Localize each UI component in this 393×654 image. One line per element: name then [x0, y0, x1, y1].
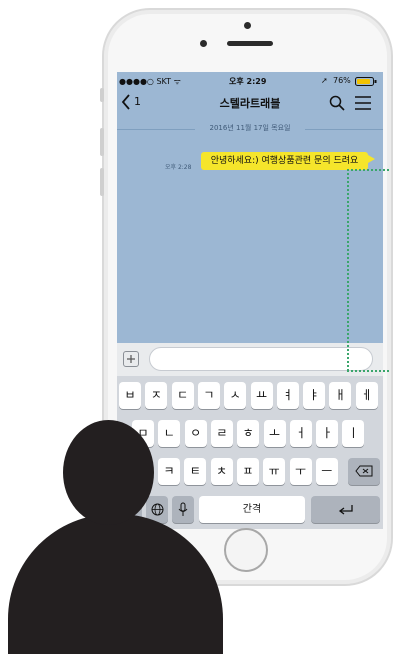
key-7[interactable]: ㅡ	[315, 458, 338, 485]
add-attachment-button[interactable]	[123, 351, 139, 367]
date-divider: 2016년 11월 17일 목요일	[209, 124, 291, 132]
key-4[interactable]: ㄱ	[197, 382, 220, 409]
carrier-signal: ●●●●○ SKT ᯤ	[119, 77, 181, 86]
dictation-key[interactable]	[172, 496, 194, 523]
return-icon	[338, 505, 353, 515]
key-6[interactable]: ㅛ	[250, 382, 273, 409]
key-4[interactable]: ㅍ	[236, 458, 259, 485]
battery-percent: 76%	[333, 76, 351, 85]
status-bar: ●●●●○ SKT ᯤ 오후 2:29 ➚ 76%	[117, 72, 383, 89]
message-bubble[interactable]: 안녕하세요:) 여행상품관련 문의 드려요	[201, 152, 368, 170]
key-7[interactable]: ㅓ	[289, 420, 312, 447]
key-3[interactable]: ㅇ	[184, 420, 207, 447]
plus-icon	[127, 355, 135, 363]
microphone-icon	[178, 502, 188, 516]
key-5[interactable]: ㅠ	[263, 458, 286, 485]
key-2[interactable]: ㅌ	[184, 458, 207, 485]
status-time: 오후 2:29	[229, 77, 267, 86]
proximity-sensor	[200, 40, 207, 47]
date-divider-line	[117, 129, 195, 130]
front-camera	[244, 22, 251, 29]
annotation-line	[347, 370, 389, 372]
phone-side-button	[100, 168, 104, 196]
message-time: 오후 2:28	[165, 164, 192, 171]
keyboard: ㅂㅈㄷㄱㅅㅛㅕㅑㅐㅔ ㅁㄴㅇㄹㅎㅗㅓㅏㅣ ㅋㅌㅊㅍㅠㅜㅡ 123	[117, 376, 383, 529]
chat-title: 스텔라트래블	[219, 97, 281, 110]
delete-key[interactable]	[348, 458, 380, 485]
phone-screen: ●●●●○ SKT ᯤ 오후 2:29 ➚ 76% 1 스텔라트래블 2016년…	[117, 72, 383, 529]
annotation-line	[347, 169, 349, 371]
message-input-bar	[117, 343, 383, 376]
phone-side-button	[100, 88, 104, 102]
key-1[interactable]: ㅋ	[158, 458, 180, 485]
chat-area: 2016년 11월 17일 목요일 오후 2:28 안녕하세요:) 여행상품관련…	[117, 115, 383, 343]
annotation-line	[347, 169, 389, 171]
key-2[interactable]: ㄴ	[158, 420, 181, 447]
backspace-icon	[355, 465, 373, 477]
key-8[interactable]: ㅑ	[303, 382, 326, 409]
key-9[interactable]: ㅣ	[342, 420, 365, 447]
unread-count: 1	[134, 95, 141, 108]
key-9[interactable]: ㅐ	[329, 382, 352, 409]
key-4[interactable]: ㄹ	[210, 420, 233, 447]
key-8[interactable]: ㅏ	[316, 420, 339, 447]
menu-icon[interactable]	[355, 96, 371, 110]
phone-side-button	[100, 128, 104, 156]
globe-icon	[151, 503, 163, 516]
chat-header: 1 스텔라트래블	[117, 89, 383, 115]
back-button[interactable]: 1	[121, 93, 151, 111]
message-input[interactable]	[149, 347, 373, 371]
key-7[interactable]: ㅕ	[276, 382, 299, 409]
return-key[interactable]	[311, 496, 380, 523]
date-divider-line	[305, 129, 383, 130]
key-6[interactable]: ㅜ	[289, 458, 312, 485]
key-1[interactable]: ㅂ	[119, 382, 141, 409]
person-silhouette-head	[63, 420, 154, 525]
key-2[interactable]: ㅈ	[145, 382, 168, 409]
search-icon[interactable]	[329, 95, 345, 111]
key-5[interactable]: ㅎ	[237, 420, 260, 447]
key-6[interactable]: ㅗ	[263, 420, 286, 447]
location-icon: ➚	[321, 76, 328, 85]
key-5[interactable]: ㅅ	[224, 382, 247, 409]
key-10[interactable]: ㅔ	[355, 382, 378, 409]
home-button[interactable]	[224, 528, 268, 572]
battery-icon	[355, 77, 377, 88]
key-3[interactable]: ㄷ	[171, 382, 194, 409]
message-bubble-tail	[368, 155, 375, 163]
space-key[interactable]: 간격	[199, 496, 305, 523]
earpiece-speaker	[227, 41, 273, 46]
key-3[interactable]: ㅊ	[210, 458, 233, 485]
chevron-left-icon	[121, 94, 130, 110]
